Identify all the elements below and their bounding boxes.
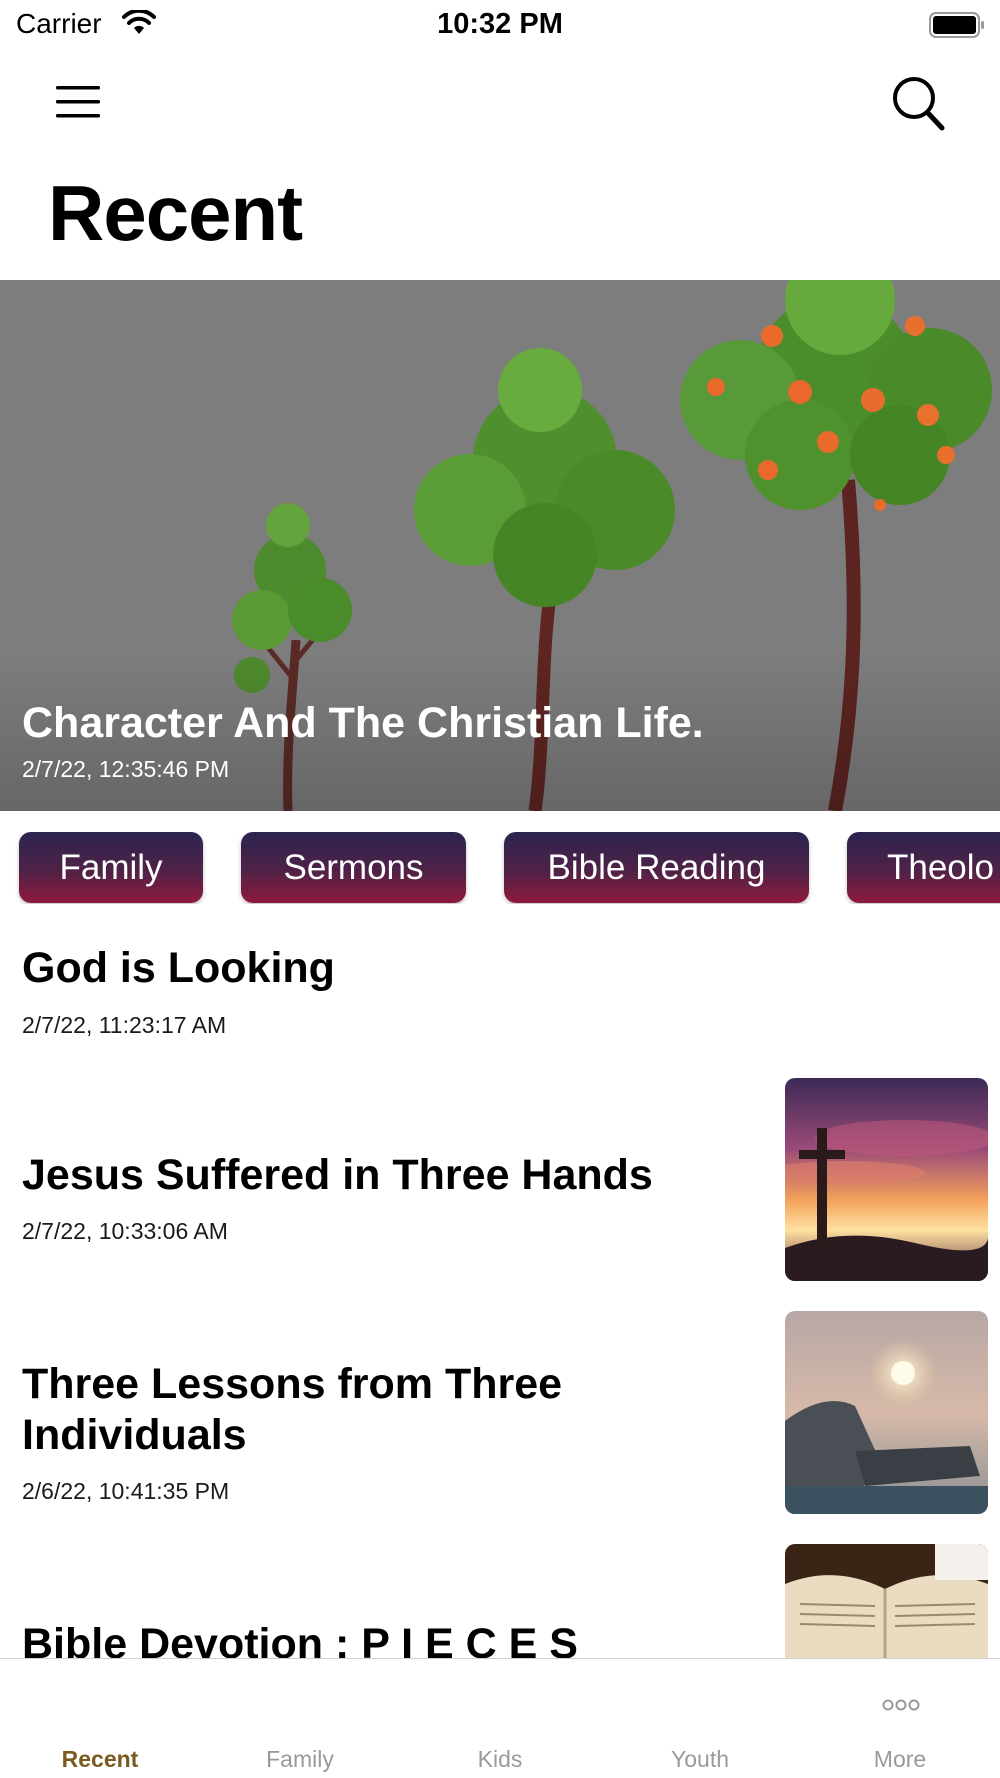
post-title: Three Lessons from Three Individuals <box>22 1360 563 1459</box>
tab-label: Youth <box>671 1746 729 1772</box>
post-title: Bible Devotion : P I E C E S <box>22 1620 578 1658</box>
post-thumbnail <box>785 1078 988 1281</box>
post-title: Jesus Suffered in Three Hands <box>22 1151 653 1199</box>
tab-recent[interactable]: Recent <box>0 1659 200 1778</box>
category-chip-sermons[interactable]: Sermons <box>241 832 466 903</box>
post-row[interactable]: Bible Devotion : P I E C E S <box>0 1544 1000 1658</box>
tab-bar: Recent Family Kids Youth More <box>0 1658 1000 1778</box>
featured-date: 2/7/22, 12:35:46 PM <box>22 756 230 782</box>
clock: 10:32 PM <box>437 8 563 40</box>
battery-icon <box>929 12 984 38</box>
post-date: 2/7/22, 10:33:06 AM <box>22 1218 228 1244</box>
more-icon <box>882 1699 920 1711</box>
tab-label: Family <box>266 1746 334 1772</box>
page-title: Recent <box>48 169 303 257</box>
post-row[interactable]: Jesus Suffered in Three Hands 2/7/22, 10… <box>0 1078 1000 1288</box>
tab-label: Recent <box>61 1746 139 1772</box>
tab-youth[interactable]: Youth <box>600 1659 800 1778</box>
status-bar: Carrier 10:32 PM <box>0 0 1000 50</box>
post-title: God is Looking <box>22 944 335 992</box>
category-chips: Family Sermons Bible Reading Theolo <box>0 832 1000 904</box>
post-thumbnail <box>785 1544 988 1658</box>
tab-family[interactable]: Family <box>200 1659 400 1778</box>
featured-title: Character And The Christian Life. <box>22 699 704 747</box>
post-row[interactable]: God is Looking 2/7/22, 11:23:17 AM <box>0 920 1000 1060</box>
category-chip-bible-reading[interactable]: Bible Reading <box>504 832 809 903</box>
hamburger-menu-icon[interactable] <box>52 82 104 122</box>
post-list: God is Looking 2/7/22, 11:23:17 AM Jesus… <box>0 920 1000 1658</box>
tab-label: Kids <box>477 1746 523 1772</box>
tab-label: More <box>873 1746 927 1772</box>
category-chip-family[interactable]: Family <box>19 832 203 903</box>
post-row[interactable]: Three Lessons from Three Individuals 2/6… <box>0 1311 1000 1521</box>
tab-kids[interactable]: Kids <box>400 1659 600 1778</box>
featured-post[interactable]: Character And The Christian Life. 2/7/22… <box>0 280 1000 811</box>
post-date: 2/7/22, 11:23:17 AM <box>22 1012 227 1038</box>
post-date: 2/6/22, 10:41:35 PM <box>22 1478 230 1504</box>
category-chip-theology[interactable]: Theolo <box>847 832 1000 903</box>
search-icon[interactable] <box>890 74 946 132</box>
post-thumbnail <box>785 1311 988 1514</box>
tab-more[interactable]: More <box>800 1659 1000 1778</box>
